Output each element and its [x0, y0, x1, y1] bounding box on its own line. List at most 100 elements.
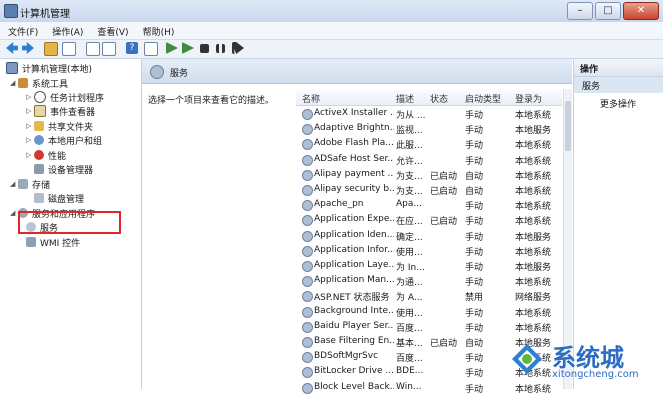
tree-item-computer-management[interactable]: 计算机管理(本地) [6, 61, 92, 75]
expanded-arrow-icon[interactable]: ◢ [10, 180, 18, 188]
cell-description: 使用... [396, 247, 423, 258]
tree-item-shared-folders[interactable]: ▷ 共享文件夹 [26, 119, 93, 133]
column-header-status[interactable]: 状态 [430, 92, 448, 105]
collapsed-arrow-icon[interactable]: ▷ [26, 107, 34, 115]
column-header-name[interactable]: 名称 [302, 92, 320, 105]
service-gear-icon [302, 169, 313, 181]
cell-startup-type: 手动 [465, 156, 484, 167]
clock-icon [34, 91, 46, 103]
view-icon[interactable] [144, 42, 158, 56]
expanded-arrow-icon[interactable]: ◢ [10, 79, 18, 87]
scrollbar-thumb[interactable] [565, 101, 571, 151]
up-folder-icon[interactable] [44, 42, 58, 56]
cell-name: Baidu Player Ser... [314, 320, 394, 331]
table-row[interactable]: ADSafe Host Ser... 允许... 手动 本地系统 [296, 152, 562, 167]
service-gear-icon [302, 215, 313, 227]
menu-action[interactable]: 操作(A) [44, 22, 89, 39]
collapsed-arrow-icon[interactable]: ▷ [26, 151, 34, 159]
cell-startup-type: 手动 [465, 111, 484, 121]
cell-startup-type: 自动 [465, 171, 484, 182]
tools-icon [18, 78, 28, 88]
tree-item-device-manager[interactable]: 设备管理器 [34, 162, 93, 176]
collapsed-arrow-icon[interactable]: ▷ [26, 136, 34, 144]
table-row[interactable]: Baidu Player Ser... 百度... 手动 本地系统 [296, 319, 562, 334]
table-row[interactable]: Alipay security b... 为支... 已启动 自动 本地系统 [296, 182, 562, 197]
tree-item-local-users[interactable]: ▷ 本地用户和组 [26, 133, 102, 147]
stop-service-icon[interactable] [200, 44, 209, 53]
cell-log-on-as: 本地系统 [515, 202, 552, 213]
service-gear-icon [302, 261, 313, 272]
tree-item-label: 计算机管理(本地) [22, 64, 93, 75]
cell-description: 百度... [396, 323, 423, 334]
cell-name: Application Laye... [314, 260, 394, 270]
tree-item-wmi-control[interactable]: WMI 控件 [26, 235, 80, 249]
tree-item-task-scheduler[interactable]: ▷ 任务计划程序 [26, 90, 104, 104]
cell-description: 此服... [396, 141, 423, 152]
pause-service-icon[interactable] [216, 44, 225, 53]
tree-item-system-tools[interactable]: ◢ 系统工具 [10, 76, 68, 90]
cell-startup-type: 手动 [465, 217, 484, 228]
column-header-description[interactable]: 描述 [396, 92, 414, 105]
cell-name: ASP.NET 状态服务 [314, 293, 390, 304]
table-row[interactable]: Application Iden... 确定... 手动 本地服务 [296, 228, 562, 243]
collapsed-arrow-icon[interactable]: ▷ [26, 122, 34, 130]
cell-log-on-as: 本地服务 [515, 232, 552, 243]
cell-description: 确定... [396, 232, 423, 243]
cell-description: 为支... [396, 187, 423, 197]
tree-item-event-viewer[interactable]: ▷ 事件查看器 [26, 104, 95, 118]
start-service-icon[interactable] [166, 42, 178, 54]
column-header-startup-type[interactable]: 启动类型 [465, 92, 501, 105]
cell-description: 基本... [396, 339, 423, 349]
cell-startup-type: 自动 [465, 187, 484, 197]
table-row[interactable]: Application Expe... 在应... 已启动 手动 本地系统 [296, 212, 562, 227]
service-gear-icon [302, 321, 313, 333]
table-row[interactable]: Adaptive Brightn... 监视... 手动 本地服务 [296, 121, 562, 136]
minimize-button[interactable]: – [567, 2, 593, 20]
tree-item-label: WMI 控件 [40, 238, 81, 249]
table-row[interactable]: ActiveX Installer ... 为从 ... 手动 本地系统 [296, 106, 562, 121]
maximize-button[interactable]: □ [595, 2, 621, 20]
table-row[interactable]: Application Man... 为通... 手动 本地系统 [296, 273, 562, 288]
back-arrow-icon[interactable] [6, 42, 18, 54]
actions-group-services[interactable]: 服务 [574, 77, 663, 93]
cell-startup-type: 禁用 [465, 293, 484, 304]
collapsed-arrow-icon[interactable]: ▷ [26, 93, 34, 101]
cell-log-on-as: 本地服务 [515, 126, 552, 137]
window-title: 计算机管理 [20, 9, 70, 20]
cell-description: 为 A... [396, 293, 423, 304]
table-row[interactable]: Adobe Flash Pla... 此服... 手动 本地系统 [296, 136, 562, 151]
table-row[interactable]: Alipay payment ... 为支... 已启动 自动 本地系统 [296, 167, 562, 182]
table-row[interactable]: Application Infor... 使用... 手动 本地系统 [296, 243, 562, 258]
cell-description: 允许... [396, 156, 423, 167]
table-row[interactable]: Apache_pn Apa... 手动 本地系统 [296, 197, 562, 212]
service-gear-icon [302, 245, 313, 257]
start-service-alt-icon[interactable] [182, 42, 194, 54]
table-row[interactable]: Background Inte... 使用... 手动 本地系统 [296, 304, 562, 319]
restart-service-icon[interactable] [232, 42, 244, 54]
column-header-log-on-as[interactable]: 登录为 [515, 92, 542, 105]
storage-icon [18, 179, 28, 189]
close-button[interactable]: ✕ [623, 2, 659, 20]
cell-startup-type: 手动 [465, 126, 484, 137]
menu-help[interactable]: 帮助(H) [135, 22, 181, 39]
help-icon[interactable]: ? [126, 42, 138, 54]
cell-name: BDSoftMgrSvc [314, 351, 379, 362]
forward-arrow-icon[interactable] [22, 42, 34, 54]
tree-item-storage[interactable]: ◢ 存储 [10, 177, 50, 191]
cell-name: Application Man... [314, 275, 394, 286]
table-row[interactable]: Application Laye... 为 In... 手动 本地服务 [296, 258, 562, 273]
menu-file[interactable]: 文件(F) [0, 22, 44, 39]
tree-item-label: 设备管理器 [48, 165, 94, 176]
more-actions-link[interactable]: 更多操作 [600, 97, 636, 110]
show-tree-icon[interactable] [62, 42, 76, 56]
refresh-icon[interactable] [86, 42, 100, 56]
cell-log-on-as: 本地系统 [515, 278, 552, 289]
perf-icon [34, 150, 44, 160]
cell-log-on-as: 本地系统 [515, 111, 552, 121]
menu-view[interactable]: 查看(V) [89, 22, 134, 39]
export-list-icon[interactable] [102, 42, 116, 56]
expanded-arrow-icon[interactable]: ◢ [10, 209, 18, 217]
tree-item-disk-management[interactable]: 磁盘管理 [34, 191, 84, 205]
table-row[interactable]: ASP.NET 状态服务为 A... 禁用 网络服务 [296, 288, 562, 303]
tree-item-performance[interactable]: ▷ 性能 [26, 148, 66, 162]
